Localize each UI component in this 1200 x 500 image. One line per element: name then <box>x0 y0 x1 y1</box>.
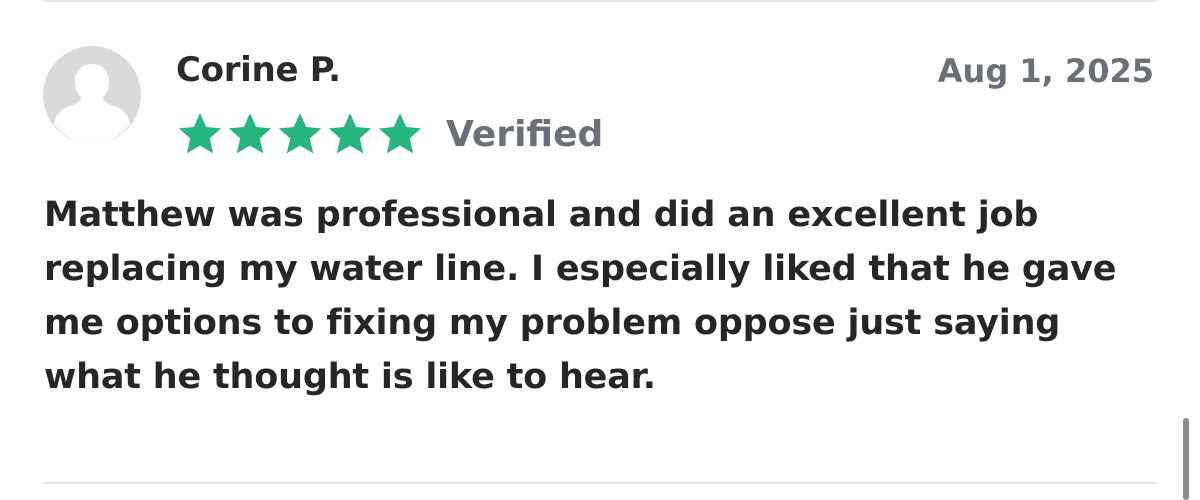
star-icon <box>328 113 372 154</box>
scrollbar-thumb[interactable] <box>1183 418 1189 500</box>
review-text: Matthew was professional and did an exce… <box>44 195 1117 397</box>
star-rating <box>176 110 424 158</box>
verified-badge: Verified <box>446 113 604 155</box>
star-icon <box>378 113 422 154</box>
star-icon <box>278 113 322 154</box>
review-date: Aug 1, 2025 <box>937 52 1154 90</box>
bottom-divider <box>44 482 1156 484</box>
rating-row: Verified <box>176 108 603 160</box>
avatar <box>43 46 141 144</box>
reviewer-name: Corine P. <box>176 50 341 90</box>
star-icon <box>228 113 272 154</box>
star-icon <box>178 113 222 154</box>
review-card: Corine P. Aug 1, 2025 Verified Matthew w… <box>0 0 1200 480</box>
default-user-avatar-icon <box>54 64 130 144</box>
